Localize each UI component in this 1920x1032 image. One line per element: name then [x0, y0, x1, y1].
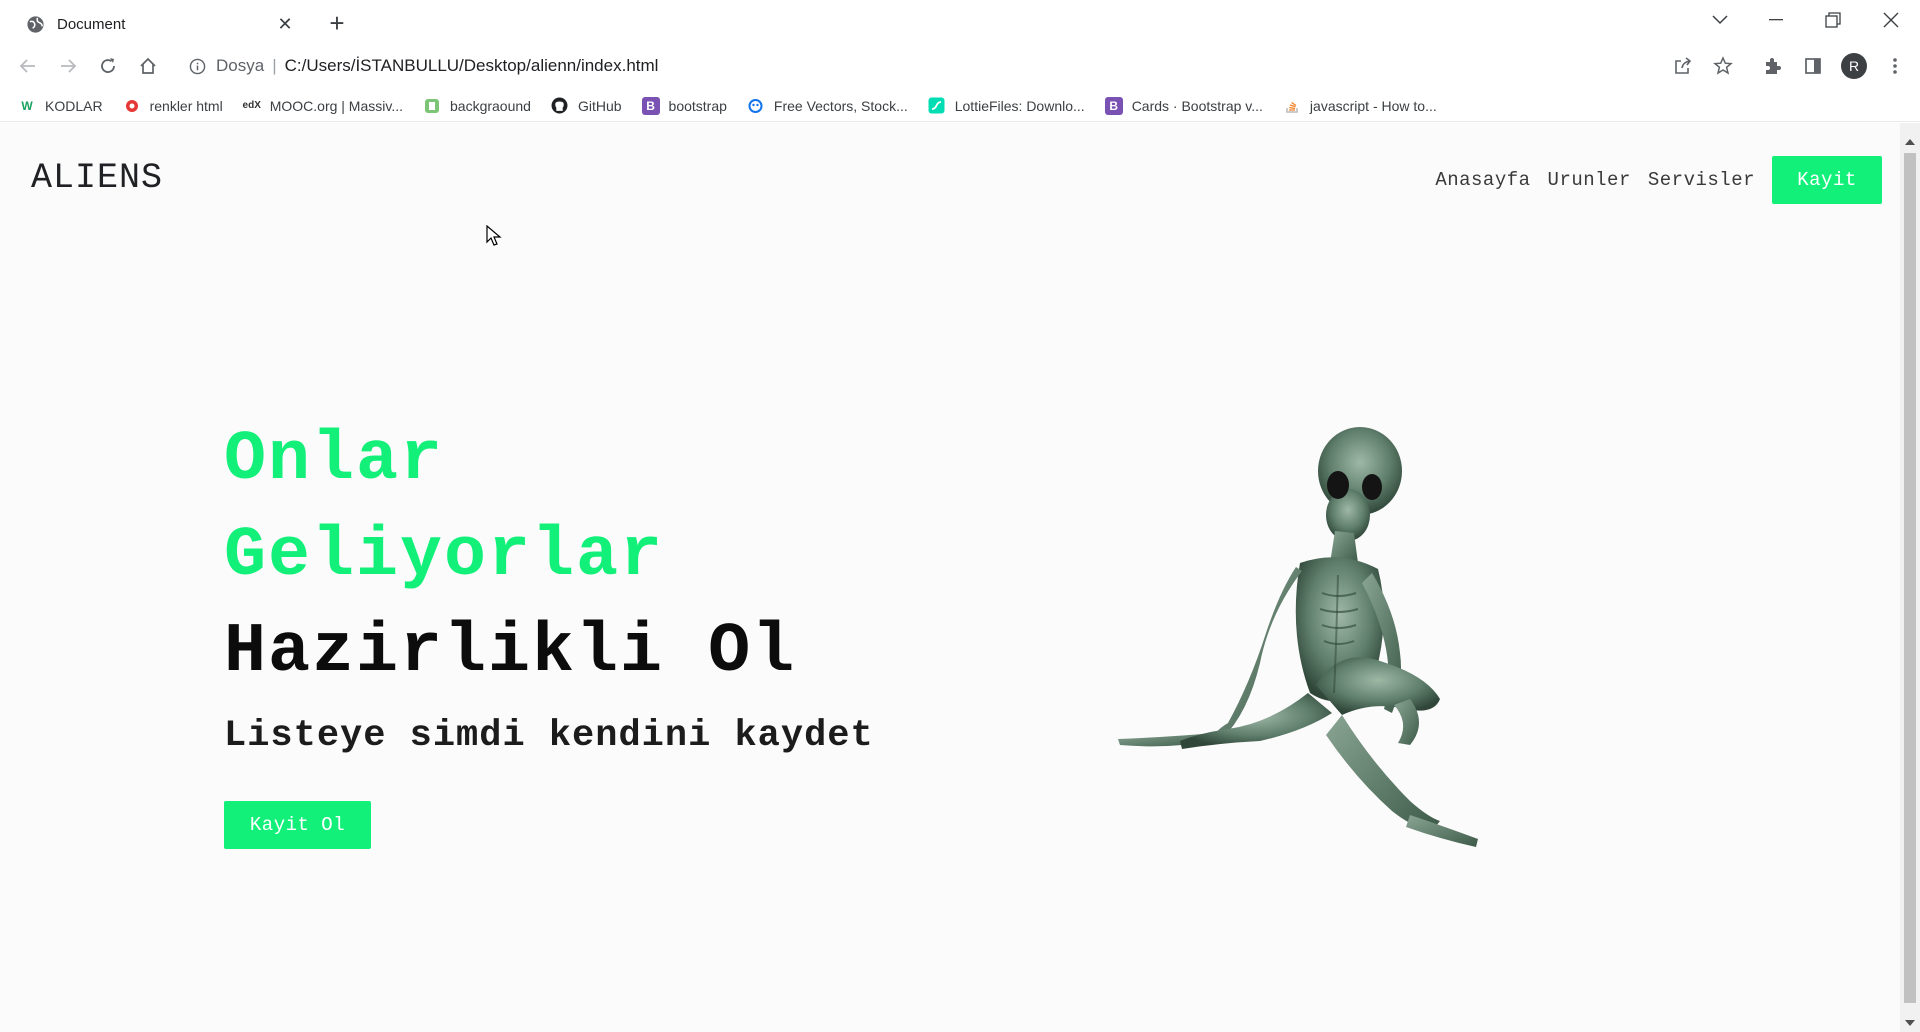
profile-initial: R [1841, 53, 1867, 79]
star-icon[interactable] [1707, 50, 1739, 82]
page-viewport: ALIENS Anasayfa Urunler Servisler Kayit … [0, 123, 1900, 1032]
reload-icon[interactable] [92, 50, 124, 82]
bootstrap-icon: B [641, 96, 660, 115]
minimize-icon[interactable] [1756, 4, 1796, 36]
register-nav-button[interactable]: Kayit [1772, 156, 1882, 204]
stackoverflow-icon [1283, 97, 1301, 115]
bookmark-bootstrap[interactable]: B bootstrap [641, 96, 727, 115]
address-bar[interactable]: Dosya | C:/Users/İSTANBULLU/Desktop/alie… [178, 48, 1688, 84]
tab-strip: Document ✕ + [0, 0, 1920, 42]
share-icon[interactable] [1667, 50, 1699, 82]
bookmark-cards-bootstrap[interactable]: B Cards · Bootstrap v... [1104, 96, 1263, 115]
nav-link-urunler[interactable]: Urunler [1548, 169, 1631, 191]
info-icon[interactable] [188, 57, 206, 75]
bookmark-kodlar[interactable]: W KODLAR [18, 97, 103, 115]
bookmark-label: Cards · Bootstrap v... [1131, 97, 1263, 114]
scroll-down-arrow-icon[interactable] [1905, 1020, 1915, 1026]
site-navigation: Anasayfa Urunler Servisler Kayit [1435, 156, 1882, 204]
bookmark-lottiefiles[interactable]: LottieFiles: Downlo... [928, 97, 1085, 115]
bookmark-javascript[interactable]: javascript - How to... [1283, 97, 1437, 115]
profile-avatar[interactable]: R [1838, 50, 1870, 82]
bookmark-label: MOOC.org | Massiv... [269, 97, 403, 114]
alien-illustration [1118, 427, 1478, 847]
globe-icon [27, 15, 44, 33]
bookmark-label: GitHub [577, 97, 622, 114]
bootstrap-icon: B [1104, 96, 1123, 115]
kebab-menu-icon[interactable] [1879, 50, 1911, 82]
mouse-cursor-icon [486, 225, 502, 246]
forward-arrow-icon[interactable] [52, 50, 84, 82]
new-tab-icon[interactable]: + [322, 8, 352, 38]
bookmark-freepik[interactable]: Free Vectors, Stock... [747, 97, 908, 115]
freepik-icon [747, 97, 765, 115]
bookmark-github[interactable]: GitHub [551, 97, 622, 115]
bookmark-renkler[interactable]: renkler html [123, 97, 223, 115]
bookmark-label: KODLAR [45, 97, 103, 114]
hero-title-line-2: Geliyorlar [224, 517, 665, 596]
url-separator: | [272, 56, 277, 75]
register-button[interactable]: Kayit Ol [224, 801, 371, 849]
bg-app-icon [423, 97, 441, 115]
bookmark-label: javascript - How to... [1309, 97, 1437, 114]
page-scrollbar[interactable] [1900, 123, 1920, 1032]
hero-section: Onlar Geliyorlar Hazirlikli Ol Listeye s… [224, 413, 874, 849]
chevron-down-icon[interactable] [1700, 4, 1740, 36]
hero-title-line-3: Hazirlikli Ol [224, 613, 797, 692]
home-icon[interactable] [132, 50, 164, 82]
lottie-icon [928, 97, 946, 115]
hero-subtitle: Listeye simdi kendini kaydet [224, 715, 874, 757]
nav-link-anasayfa[interactable]: Anasayfa [1435, 169, 1530, 191]
bookmark-label: bootstrap [668, 97, 727, 114]
bookmark-label: renkler html [149, 97, 223, 114]
scrollbar-thumb[interactable] [1904, 153, 1916, 1003]
scheme-label: Dosya [216, 56, 265, 75]
close-window-icon[interactable] [1871, 4, 1911, 36]
url-text[interactable]: C:/Users/İSTANBULLU/Desktop/alienn/index… [285, 56, 659, 76]
bookmark-label: backgraound [450, 97, 531, 114]
browser-toolbar: Dosya | C:/Users/İSTANBULLU/Desktop/alie… [0, 42, 1920, 90]
github-icon [551, 97, 569, 115]
red-circle-icon [123, 97, 141, 115]
bookmark-label: LottieFiles: Downlo... [954, 97, 1085, 114]
active-tab[interactable]: Document ✕ [8, 6, 308, 42]
site-logo[interactable]: ALIENS [31, 158, 163, 198]
extensions-icon[interactable] [1756, 50, 1788, 82]
nav-link-servisler[interactable]: Servisler [1648, 169, 1755, 191]
tab-close-icon[interactable]: ✕ [274, 13, 296, 35]
bookmark-mooc[interactable]: edX MOOC.org | Massiv... [243, 97, 403, 115]
tab-title: Document [57, 15, 126, 33]
restore-icon[interactable] [1813, 4, 1853, 36]
bookmark-backgraound[interactable]: backgraound [423, 97, 531, 115]
back-arrow-icon[interactable] [12, 50, 44, 82]
w-logo-icon: W [21, 98, 33, 113]
mooc-icon: edX [242, 100, 261, 111]
side-panel-icon[interactable] [1797, 50, 1829, 82]
scroll-up-arrow-icon[interactable] [1905, 139, 1915, 145]
hero-title-line-1: Onlar [224, 421, 445, 500]
bookmarks-bar: W KODLAR renkler html edX MOOC.org | Mas… [0, 90, 1920, 122]
bookmark-label: Free Vectors, Stock... [773, 97, 908, 114]
